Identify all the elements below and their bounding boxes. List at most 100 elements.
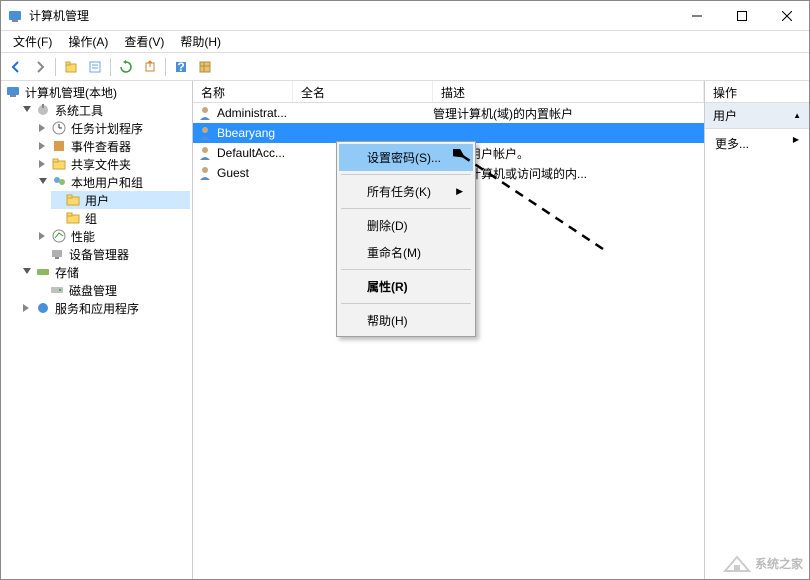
expander-icon[interactable]	[37, 158, 49, 170]
tree-label: 任务计划程序	[71, 120, 143, 137]
cm-help[interactable]: 帮助(H)	[339, 307, 473, 334]
user-icon	[197, 145, 213, 161]
cell-name: Bbearyang	[217, 126, 275, 140]
tree-eventviewer[interactable]: 事件查看器	[35, 137, 190, 155]
tree-services[interactable]: 服务和应用程序	[19, 299, 190, 317]
expander-icon[interactable]	[21, 302, 33, 314]
submenu-arrow-icon: ▶	[456, 186, 463, 197]
tree-taskscheduler[interactable]: 任务计划程序	[35, 119, 190, 137]
expander-icon[interactable]	[37, 230, 49, 242]
services-icon	[35, 300, 51, 316]
actions-pane: 操作 用户 ▲ 更多... ▶	[705, 81, 809, 579]
cm-label: 删除(D)	[367, 217, 408, 234]
col-name[interactable]: 名称	[193, 81, 293, 102]
cm-label: 属性(R)	[367, 278, 408, 295]
cm-separator	[341, 303, 471, 304]
perf-icon	[51, 228, 67, 244]
tree-label: 性能	[71, 228, 95, 245]
context-menu: 设置密码(S)... 所有任务(K) ▶ 删除(D) 重命名(M) 属性(R) 帮…	[336, 141, 476, 337]
tree-label: 组	[85, 210, 97, 227]
folder-icon	[65, 210, 81, 226]
share-icon	[51, 156, 67, 172]
tree-systools[interactable]: 系统工具	[19, 101, 190, 119]
refresh-button[interactable]	[115, 56, 137, 78]
tree-label: 系统工具	[55, 102, 103, 119]
menu-action[interactable]: 操作(A)	[60, 31, 116, 52]
export-button[interactable]	[139, 56, 161, 78]
expander-icon[interactable]	[37, 176, 49, 188]
close-button[interactable]	[764, 1, 809, 31]
minimize-button[interactable]	[674, 1, 719, 31]
toolbar-separator	[55, 58, 56, 76]
cm-delete[interactable]: 删除(D)	[339, 212, 473, 239]
storage-icon	[35, 264, 51, 280]
tree-perf[interactable]: 性能	[35, 227, 190, 245]
menu-bar: 文件(F) 操作(A) 查看(V) 帮助(H)	[1, 31, 809, 53]
cm-rename[interactable]: 重命名(M)	[339, 239, 473, 266]
forward-button[interactable]	[29, 56, 51, 78]
cm-label: 重命名(M)	[367, 244, 421, 261]
list-row[interactable]: Administrat... 管理计算机(域)的内置帐户	[193, 103, 704, 123]
cm-properties[interactable]: 属性(R)	[339, 273, 473, 300]
cm-separator	[341, 208, 471, 209]
col-fullname[interactable]: 全名	[293, 81, 433, 102]
tree-label: 计算机管理(本地)	[25, 84, 117, 101]
cell-name: Guest	[217, 166, 249, 180]
actions-more-label: 更多...	[715, 137, 749, 151]
cm-label: 所有任务(K)	[367, 183, 431, 200]
tree-pane: 计算机管理(本地) 系统工具 任务计划程序	[1, 81, 193, 579]
app-icon	[7, 8, 23, 24]
user-icon	[197, 165, 213, 181]
view-toolbar-button[interactable]	[194, 56, 216, 78]
actions-section-label: 用户	[713, 107, 737, 124]
tree-sharedfolders[interactable]: 共享文件夹	[35, 155, 190, 173]
event-icon	[51, 138, 67, 154]
tree-users[interactable]: 用户	[51, 191, 190, 209]
menu-file[interactable]: 文件(F)	[5, 31, 60, 52]
col-desc[interactable]: 描述	[433, 81, 704, 102]
toolbar-separator	[165, 58, 166, 76]
up-button[interactable]	[60, 56, 82, 78]
tree-label: 用户	[85, 192, 109, 209]
menu-help[interactable]: 帮助(H)	[172, 31, 229, 52]
menu-view[interactable]: 查看(V)	[116, 31, 172, 52]
tree-groups[interactable]: 组	[51, 209, 190, 227]
cm-all-tasks[interactable]: 所有任务(K) ▶	[339, 178, 473, 205]
tree-localusers[interactable]: 本地用户和组	[35, 173, 190, 191]
svg-text:?: ?	[177, 60, 184, 74]
tree-root[interactable]: 计算机管理(本地)	[3, 83, 190, 101]
tree-label: 本地用户和组	[71, 174, 143, 191]
maximize-button[interactable]	[719, 1, 764, 31]
computer-icon	[5, 84, 21, 100]
clock-icon	[51, 120, 67, 136]
tree-storage[interactable]: 存储	[19, 263, 190, 281]
cm-label: 设置密码(S)...	[367, 149, 441, 166]
window-buttons	[674, 1, 809, 31]
cm-set-password[interactable]: 设置密码(S)...	[339, 144, 473, 171]
list-row[interactable]: Bbearyang	[193, 123, 704, 143]
collapse-icon: ▲	[793, 111, 801, 120]
window-title: 计算机管理	[29, 7, 674, 24]
title-bar: 计算机管理	[1, 1, 809, 31]
expander-icon[interactable]	[21, 266, 33, 278]
toolbar-separator	[110, 58, 111, 76]
actions-more[interactable]: 更多... ▶	[705, 129, 809, 158]
tree-diskmgmt[interactable]: 磁盘管理	[35, 281, 190, 299]
back-button[interactable]	[5, 56, 27, 78]
tree-label: 共享文件夹	[71, 156, 131, 173]
actions-header: 操作	[705, 81, 809, 103]
help-toolbar-button[interactable]: ?	[170, 56, 192, 78]
tree-devmgr[interactable]: 设备管理器	[35, 245, 190, 263]
properties-button[interactable]	[84, 56, 106, 78]
tree-label: 服务和应用程序	[55, 300, 139, 317]
users-icon	[51, 174, 67, 190]
cell-name: DefaultAcc...	[217, 146, 285, 160]
folder-icon	[65, 192, 81, 208]
tree-label: 设备管理器	[69, 246, 129, 263]
cm-label: 帮助(H)	[367, 312, 408, 329]
expander-icon[interactable]	[37, 140, 49, 152]
cm-separator	[341, 269, 471, 270]
expander-icon[interactable]	[37, 122, 49, 134]
actions-section[interactable]: 用户 ▲	[705, 103, 809, 129]
expander-icon[interactable]	[21, 104, 33, 116]
